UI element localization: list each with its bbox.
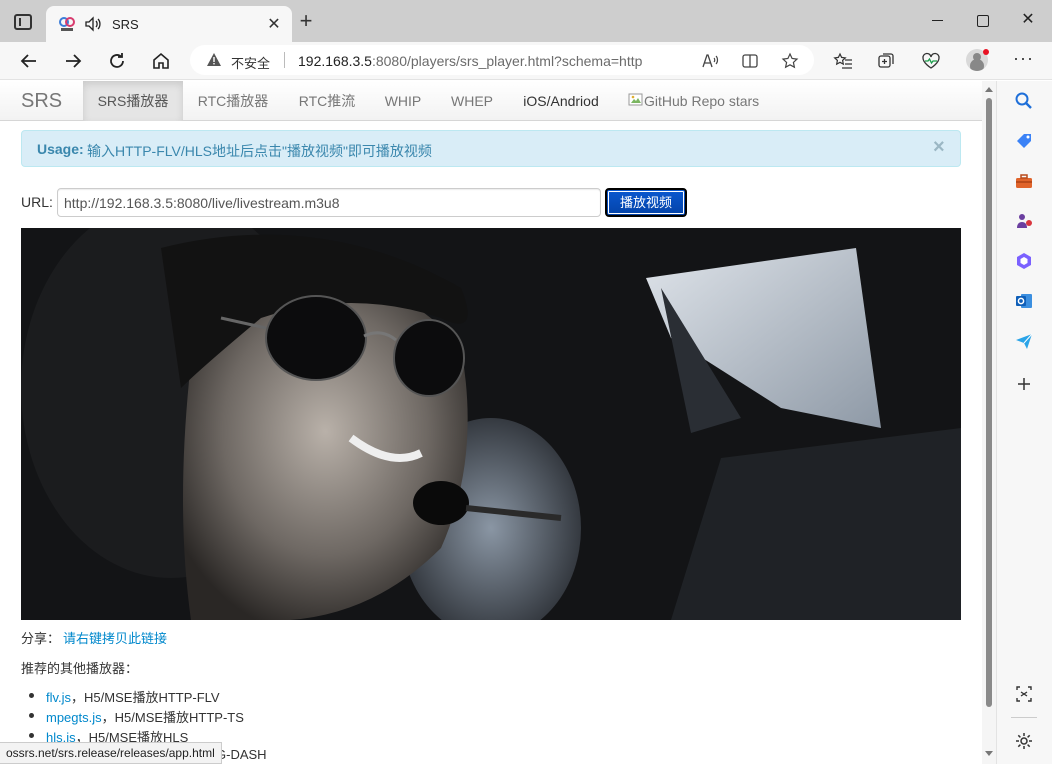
screenshot-icon[interactable]	[1014, 684, 1034, 704]
refresh-icon[interactable]	[105, 49, 129, 73]
status-bar-url: ossrs.net/srs.release/releases/app.html	[0, 742, 222, 764]
url-host: 192.168.3.5	[298, 53, 372, 69]
nav-whep[interactable]: WHEP	[436, 81, 508, 121]
video-player[interactable]	[21, 228, 961, 620]
srs-favicon-icon	[59, 17, 75, 31]
scroll-down-arrow[interactable]	[985, 751, 993, 756]
speaker-icon[interactable]	[84, 15, 102, 33]
scroll-thumb[interactable]	[986, 98, 992, 707]
search-icon[interactable]	[1014, 91, 1034, 111]
share-link[interactable]: 请右键拷贝此链接	[63, 628, 167, 647]
add-icon[interactable]	[1014, 374, 1034, 394]
nav-ios-android[interactable]: iOS/Andriod	[510, 81, 612, 121]
tools-icon[interactable]	[1014, 171, 1034, 191]
read-aloud-icon[interactable]	[701, 52, 719, 70]
player-link-mpegtsjs[interactable]: mpegts.js	[46, 710, 102, 725]
collections-icon[interactable]	[876, 51, 896, 71]
list-item: flv.js，H5/MSE播放HTTP-FLV	[29, 687, 220, 706]
performance-heart-icon[interactable]	[921, 51, 941, 71]
send-icon[interactable]	[1014, 331, 1034, 351]
play-video-button[interactable]: 播放视频	[605, 188, 687, 217]
site-navbar: SRS SRS播放器 RTC播放器 RTC推流 WHIP WHEP iOS/An…	[0, 81, 982, 121]
edge-sidebar	[996, 81, 1052, 764]
address-bar[interactable]: 不安全 192.168.3.5:8080/players/srs_player.…	[190, 45, 814, 75]
outlook-icon[interactable]	[1014, 291, 1034, 311]
site-brand[interactable]: SRS	[21, 90, 62, 113]
scroll-up-arrow[interactable]	[985, 87, 993, 92]
forward-icon[interactable]	[61, 49, 85, 73]
microsoft365-icon[interactable]	[1014, 251, 1034, 271]
url-label: URL:	[21, 194, 53, 210]
alert-heading: Usage:	[37, 141, 84, 157]
url-path: :8080/players/srs_player.html?schema=htt…	[371, 53, 643, 69]
player-desc: ，H5/MSE播放HTTP-FLV	[71, 690, 220, 705]
tab-title: SRS	[112, 17, 139, 32]
nav-srs-player[interactable]: SRS播放器	[83, 81, 183, 121]
notification-dot	[983, 49, 989, 55]
url-input[interactable]	[57, 188, 601, 217]
warning-icon[interactable]	[206, 52, 222, 68]
games-icon[interactable]	[1014, 211, 1034, 231]
browser-tab[interactable]: SRS ✕	[46, 6, 292, 42]
nav-github-stars[interactable]: GitHub Repo stars	[626, 81, 766, 121]
broken-image-icon	[628, 93, 643, 106]
recommend-title: 推荐的其他播放器：	[21, 661, 139, 676]
list-item: mpegts.js，H5/MSE播放HTTP-TS	[29, 707, 244, 726]
sidebar-divider	[1011, 717, 1037, 718]
back-icon[interactable]	[17, 49, 41, 73]
page-viewport: SRS SRS播放器 RTC播放器 RTC推流 WHIP WHEP iOS/An…	[0, 81, 996, 764]
share-label: 分享：	[21, 631, 61, 646]
github-stars-label: GitHub Repo stars	[644, 93, 760, 109]
shopping-tag-icon[interactable]	[1014, 131, 1034, 151]
window-close-button[interactable]: ✕	[1018, 10, 1038, 30]
favorites-icon[interactable]	[833, 51, 853, 71]
alert-close-icon[interactable]: ×	[933, 137, 945, 157]
more-menu-button[interactable]: ···	[1013, 48, 1034, 69]
page-scrollbar[interactable]	[982, 81, 996, 764]
nav-rtc-publisher[interactable]: RTC推流	[284, 81, 370, 121]
minimize-button[interactable]	[928, 10, 948, 30]
video-frame-image	[21, 228, 961, 620]
player-desc: ，H5/MSE播放HTTP-TS	[101, 710, 244, 725]
player-desc: G-DASH	[216, 747, 267, 762]
address-url[interactable]: 192.168.3.5:8080/players/srs_player.html…	[298, 53, 642, 69]
alert-message: 输入HTTP-FLV/HLS地址后点击"播放视频"即可播放视频	[87, 143, 432, 159]
tab-close-icon[interactable]: ✕	[264, 14, 284, 34]
browser-toolbar: 不安全 192.168.3.5:8080/players/srs_player.…	[0, 42, 1052, 80]
insecure-label[interactable]: 不安全	[231, 53, 270, 72]
nav-whip[interactable]: WHIP	[372, 81, 434, 121]
favorite-star-icon[interactable]	[781, 52, 799, 70]
split-screen-icon[interactable]	[741, 52, 759, 70]
title-bar: SRS ✕ + ✕	[0, 0, 1052, 42]
new-tab-button[interactable]: +	[296, 10, 316, 32]
player-link-flvjs[interactable]: flv.js	[46, 690, 71, 705]
tab-actions-icon[interactable]	[14, 14, 32, 30]
settings-gear-icon[interactable]	[1014, 731, 1034, 751]
address-separator	[284, 52, 285, 68]
home-icon[interactable]	[149, 49, 173, 73]
nav-rtc-player[interactable]: RTC播放器	[184, 81, 282, 121]
maximize-button[interactable]	[972, 10, 992, 30]
usage-alert: Usage: 输入HTTP-FLV/HLS地址后点击"播放视频"即可播放视频 ×	[21, 130, 961, 167]
